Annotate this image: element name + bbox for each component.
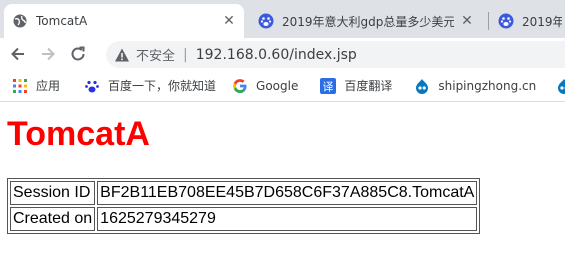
url-text[interactable]: 192.168.0.60/index.jsp — [196, 47, 357, 63]
created-on-label: Created on — [10, 207, 96, 231]
bookmarks-bar: 应用 百度一下，你就知道 Google 译 百度翻译 shipingzhong.… — [0, 70, 565, 102]
google-g-icon — [232, 78, 248, 94]
bookmark-baidu-translate[interactable]: 译 百度翻译 — [320, 77, 392, 94]
arrow-right-icon — [42, 47, 55, 61]
reload-button[interactable] — [66, 42, 90, 66]
tab-tomcat[interactable]: TomcatA ✕ — [4, 4, 244, 38]
reload-icon — [71, 46, 85, 61]
translate-icon: 译 — [320, 77, 337, 94]
session-id-label: Session ID — [10, 181, 96, 205]
apps-grid-icon — [12, 78, 28, 94]
baidu-paw-icon — [498, 13, 514, 29]
drupal-drop-icon — [556, 78, 565, 94]
bookmark-label: Google — [256, 78, 299, 93]
security-status[interactable]: 不安全 — [136, 45, 175, 64]
forward-button[interactable] — [36, 42, 60, 66]
address-bar[interactable]: 不安全 | 192.168.0.60/index.jsp — [106, 41, 565, 68]
close-icon[interactable]: ✕ — [222, 13, 236, 29]
session-id-value: BF2B11EB708EE45B7D658C6F37A885C8.TomcatA — [97, 181, 478, 205]
tab-title: 2019年意 — [522, 14, 562, 29]
tab-baidu-search-2[interactable]: 2019年意 — [490, 4, 565, 38]
globe-icon — [13, 14, 27, 28]
baidu-paw-icon — [84, 78, 100, 94]
svg-text:译: 译 — [323, 80, 334, 93]
bookmark-label: 应用 — [36, 79, 61, 93]
back-button[interactable] — [6, 42, 30, 66]
omnibox-divider: | — [183, 46, 188, 63]
table-row: Session ID BF2B11EB708EE45B7D658C6F37A88… — [10, 181, 478, 205]
page-content: TomcatA Session ID BF2B11EB708EE45B7D658… — [0, 102, 565, 263]
tab-strip: TomcatA ✕ 2019年意大利gdp总量多少美元 ✕ 2019年意 — [0, 0, 565, 38]
created-on-value: 1625279345279 — [97, 207, 478, 231]
drupal-drop-icon — [414, 78, 430, 94]
tab-baidu-search[interactable]: 2019年意大利gdp总量多少美元 ✕ — [250, 4, 482, 38]
arrow-left-icon — [11, 47, 24, 61]
bookmark-shipingzhong[interactable]: shipingzhong.cn — [414, 78, 536, 94]
warning-triangle-icon[interactable] — [114, 47, 130, 63]
close-icon[interactable]: ✕ — [460, 13, 474, 29]
tab-separator — [488, 12, 489, 30]
bookmark-label: 百度一下，你就知道 — [108, 79, 217, 93]
bookmark-apps[interactable]: 应用 — [12, 77, 60, 94]
bookmark-label: 百度翻译 — [344, 79, 393, 93]
browser-toolbar: 不安全 | 192.168.0.60/index.jsp — [0, 38, 565, 70]
session-table: Session ID BF2B11EB708EE45B7D658C6F37A88… — [7, 178, 481, 234]
bookmark-baidu[interactable]: 百度一下，你就知道 — [84, 77, 216, 94]
bookmark-label: shipingzhong.cn — [438, 78, 537, 93]
bookmark-google[interactable]: Google — [232, 78, 298, 94]
page-title: TomcatA — [7, 115, 150, 153]
table-row: Created on 1625279345279 — [10, 207, 478, 231]
tab-title: TomcatA — [36, 14, 88, 28]
tab-title: 2019年意大利gdp总量多少美元 — [282, 14, 454, 29]
bookmark-search[interactable]: 搜 — [556, 77, 565, 94]
baidu-paw-icon — [258, 13, 274, 29]
